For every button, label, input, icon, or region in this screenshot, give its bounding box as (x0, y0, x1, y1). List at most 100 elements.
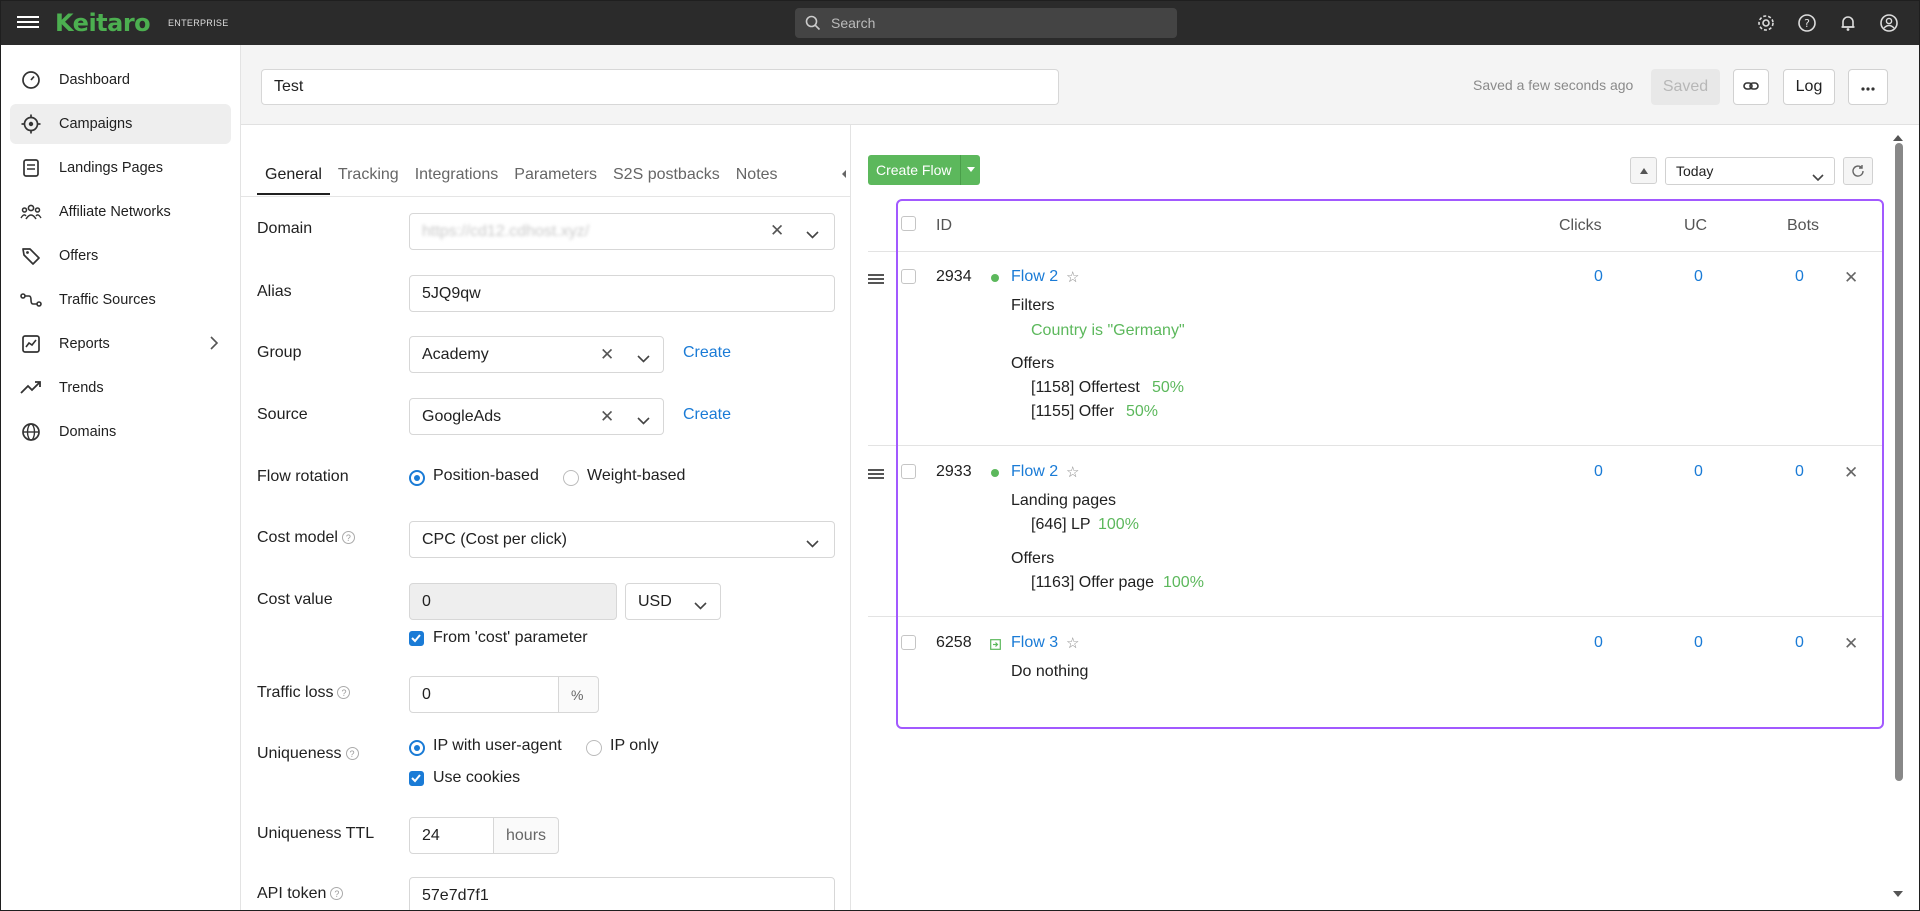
flow-uc[interactable]: 0 (1694, 634, 1703, 652)
help-icon[interactable]: ? (1795, 11, 1819, 35)
row-checkbox[interactable] (901, 464, 916, 479)
flow-name-link[interactable]: Flow 2 (1011, 463, 1058, 481)
tab-notes[interactable]: Notes (728, 155, 786, 195)
chevron-down-icon[interactable] (637, 350, 650, 368)
tab-tracking[interactable]: Tracking (330, 155, 407, 195)
group-clear-icon[interactable]: ✕ (600, 345, 614, 365)
help-icon[interactable]: ? (330, 887, 344, 901)
use-cookies-checkbox[interactable] (409, 771, 424, 786)
sidebar-item-landings-pages[interactable]: Landings Pages (10, 148, 231, 188)
scrollbar-thumb[interactable] (1895, 143, 1903, 781)
ip-user-agent-radio[interactable] (409, 740, 425, 756)
group-create-link[interactable]: Create (683, 344, 731, 362)
collapse-chevron-icon[interactable] (840, 167, 848, 185)
campaign-header: Test Saved a few seconds ago Saved Log (241, 45, 1919, 125)
tab-integrations[interactable]: Integrations (407, 155, 507, 195)
position-based-label[interactable]: Position-based (433, 467, 539, 485)
star-icon[interactable]: ☆ (1066, 634, 1079, 652)
campaign-name-input[interactable]: Test (261, 69, 1059, 105)
chevron-down-icon[interactable] (806, 226, 819, 244)
create-flow-dropdown-icon[interactable] (960, 155, 980, 185)
star-icon[interactable]: ☆ (1066, 268, 1079, 286)
flow-clicks[interactable]: 0 (1594, 634, 1603, 652)
cost-model-value: CPC (Cost per click) (422, 530, 567, 548)
log-button[interactable]: Log (1783, 69, 1835, 105)
api-token-input[interactable]: 57e7d7f1 (409, 877, 835, 910)
refresh-button[interactable] (1843, 157, 1873, 185)
from-cost-label[interactable]: From 'cost' parameter (433, 629, 588, 647)
tab-general[interactable]: General (257, 155, 330, 195)
source-clear-icon[interactable]: ✕ (600, 407, 614, 427)
period-select[interactable]: Today (1665, 157, 1835, 185)
search-input[interactable]: Search (795, 8, 1177, 38)
select-all-checkbox[interactable] (901, 216, 916, 231)
flow-uc[interactable]: 0 (1694, 268, 1703, 286)
help-icon[interactable]: ? (341, 531, 355, 545)
position-based-radio[interactable] (409, 470, 425, 486)
sidebar-item-trends[interactable]: Trends (10, 368, 231, 408)
sidebar-item-offers[interactable]: Offers (10, 236, 231, 276)
bell-icon[interactable] (1836, 11, 1860, 35)
account-icon[interactable] (1877, 11, 1901, 35)
logo[interactable]: Keitaro (55, 9, 151, 37)
sidebar-item-campaigns[interactable]: Campaigns (10, 104, 231, 144)
drag-handle-icon[interactable] (868, 467, 884, 481)
sidebar-item-label: Landings Pages (59, 160, 163, 176)
tab-s2s-postbacks[interactable]: S2S postbacks (605, 155, 728, 195)
flow-name-link[interactable]: Flow 2 (1011, 268, 1058, 286)
sidebar-item-domains[interactable]: Domains (10, 412, 231, 452)
tab-parameters[interactable]: Parameters (506, 155, 605, 195)
flow-uc[interactable]: 0 (1694, 463, 1703, 481)
link-button[interactable] (1733, 69, 1769, 105)
sort-up-icon (1639, 167, 1648, 174)
more-button[interactable] (1848, 69, 1888, 105)
weight-based-radio[interactable] (563, 470, 579, 486)
row-checkbox[interactable] (901, 269, 916, 284)
row-checkbox[interactable] (901, 635, 916, 650)
delete-flow-icon[interactable]: ✕ (1844, 634, 1858, 654)
cost-value-input[interactable]: 0 (409, 583, 617, 620)
flow-bots[interactable]: 0 (1795, 268, 1804, 286)
chevron-down-icon[interactable] (694, 597, 707, 615)
ip-user-agent-label[interactable]: IP with user-agent (433, 737, 562, 755)
group-select[interactable]: Academy (409, 336, 664, 373)
delete-flow-icon[interactable]: ✕ (1844, 463, 1858, 483)
help-icon[interactable]: ? (345, 747, 359, 761)
flow-clicks[interactable]: 0 (1594, 463, 1603, 481)
source-create-link[interactable]: Create (683, 406, 731, 424)
source-select[interactable]: GoogleAds (409, 398, 664, 435)
sidebar-item-affiliate-networks[interactable]: Affiliate Networks (10, 192, 231, 232)
gear-icon[interactable] (1754, 11, 1778, 35)
drag-handle-icon[interactable] (868, 272, 884, 286)
ttl-input[interactable]: 24 (409, 817, 494, 854)
from-cost-checkbox[interactable] (409, 631, 424, 646)
star-icon[interactable]: ☆ (1066, 463, 1079, 481)
scroll-down-icon[interactable] (1892, 885, 1904, 903)
sidebar-item-reports[interactable]: Reports (10, 324, 231, 364)
chevron-down-icon[interactable] (806, 535, 819, 553)
sort-button[interactable] (1630, 157, 1657, 184)
help-icon[interactable]: ? (337, 686, 351, 700)
cost-model-select[interactable]: CPC (Cost per click) (409, 521, 835, 558)
flow-bots[interactable]: 0 (1795, 634, 1804, 652)
uniqueness-ttl-label: Uniqueness TTL (257, 825, 375, 842)
api-token-label: API token? (257, 885, 344, 903)
domain-clear-icon[interactable]: ✕ (770, 221, 784, 241)
alias-input[interactable]: 5JQ9qw (409, 275, 835, 312)
sidebar-item-traffic-sources[interactable]: Traffic Sources (10, 280, 231, 320)
weight-based-label[interactable]: Weight-based (587, 467, 685, 485)
ip-only-label[interactable]: IP only (610, 737, 659, 755)
alias-label: Alias (257, 283, 292, 300)
menu-icon[interactable] (17, 13, 39, 33)
chevron-down-icon[interactable] (637, 412, 650, 430)
traffic-loss-input[interactable]: 0 (409, 676, 559, 713)
ip-only-radio[interactable] (586, 740, 602, 756)
create-flow-button[interactable]: Create Flow (868, 155, 980, 185)
sidebar-item-dashboard[interactable]: Dashboard (10, 60, 231, 100)
delete-flow-icon[interactable]: ✕ (1844, 268, 1858, 288)
flow-name-link[interactable]: Flow 3 (1011, 634, 1058, 652)
use-cookies-label[interactable]: Use cookies (433, 769, 520, 787)
flow-clicks[interactable]: 0 (1594, 268, 1603, 286)
flow-bots[interactable]: 0 (1795, 463, 1804, 481)
saved-button[interactable]: Saved (1651, 69, 1720, 105)
